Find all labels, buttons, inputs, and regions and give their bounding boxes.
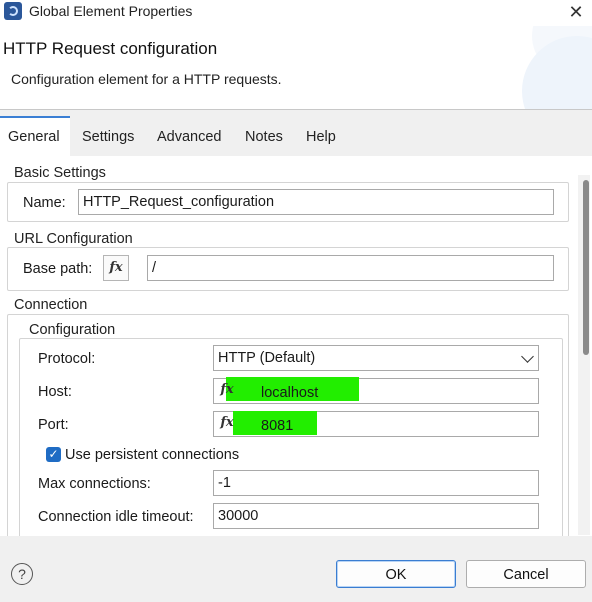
base-path-label: Base path: — [23, 261, 93, 277]
chevron-down-icon — [521, 350, 534, 363]
persistent-connections-label: Use persistent connections — [65, 447, 240, 463]
host-value: localhost — [261, 385, 319, 401]
port-label: Port: — [38, 417, 69, 433]
port-value: 8081 — [261, 418, 294, 434]
help-icon[interactable]: ? — [11, 563, 33, 585]
window-title: Global Element Properties — [29, 3, 193, 19]
close-icon[interactable]: ✕ — [564, 1, 588, 23]
persistent-connections-checkbox[interactable]: ✓ — [46, 447, 61, 462]
active-tab-indicator — [0, 116, 70, 118]
url-configuration-legend: URL Configuration — [12, 231, 135, 247]
base-path-field[interactable]: / — [147, 255, 554, 281]
protocol-select[interactable]: HTTP (Default) — [213, 345, 539, 371]
idle-timeout-label: Connection idle timeout: — [38, 509, 194, 525]
name-field[interactable]: HTTP_Request_configuration — [78, 189, 554, 215]
host-label: Host: — [38, 384, 72, 400]
dialog-title: HTTP Request configuration — [3, 39, 218, 58]
app-logo-icon — [4, 2, 22, 20]
max-connections-field[interactable]: -1 — [213, 470, 539, 496]
window-titlebar: Global Element Properties ✕ — [0, 0, 592, 26]
tab-bar: General Settings Advanced Notes Help — [0, 116, 592, 156]
tab-settings[interactable]: Settings — [82, 129, 134, 145]
basic-settings-legend: Basic Settings — [12, 165, 108, 181]
protocol-select-value: HTTP (Default) — [218, 350, 316, 366]
tab-general[interactable]: General — [0, 116, 70, 156]
max-connections-label: Max connections: — [38, 476, 151, 492]
general-panel: Basic Settings Name: HTTP_Request_config… — [0, 156, 592, 536]
scrollbar-thumb[interactable] — [583, 180, 589, 355]
cancel-button[interactable]: Cancel — [466, 560, 586, 588]
connection-legend: Connection — [12, 297, 90, 313]
port-fx-icon[interactable]: fx — [214, 411, 240, 437]
tab-help[interactable]: Help — [306, 129, 336, 145]
idle-timeout-field[interactable]: 30000 — [213, 503, 539, 529]
name-label: Name: — [23, 195, 66, 211]
tab-advanced[interactable]: Advanced — [157, 129, 222, 145]
base-path-fx-icon[interactable]: fx — [103, 255, 129, 281]
tab-general-label: General — [8, 129, 60, 145]
dialog-header: HTTP Request configuration Configuration… — [0, 26, 592, 109]
ok-button[interactable]: OK — [336, 560, 456, 588]
dialog-description: Configuration element for a HTTP request… — [11, 71, 282, 87]
header-decoration — [522, 36, 592, 109]
protocol-label: Protocol: — [38, 351, 96, 367]
configuration-legend: Configuration — [27, 322, 118, 338]
tab-notes[interactable]: Notes — [245, 129, 283, 145]
host-fx-icon[interactable]: fx — [214, 378, 240, 404]
header-divider — [0, 109, 592, 110]
